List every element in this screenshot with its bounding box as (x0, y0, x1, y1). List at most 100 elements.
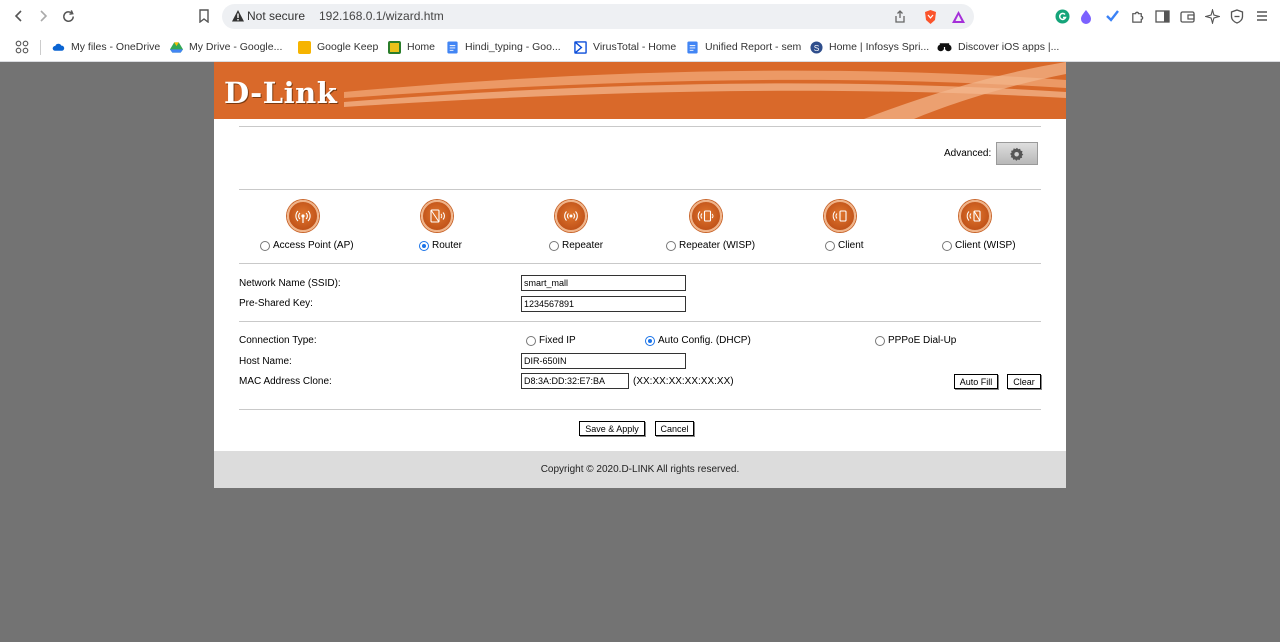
mode-client[interactable]: Client (825, 240, 864, 251)
divider (239, 409, 1041, 410)
bookmarks-bar: My files - OneDrive My Drive - Google...… (0, 33, 1280, 62)
bookmark-hindi-typing[interactable]: Hindi_typing - Goo... (446, 39, 561, 55)
extension-check-icon[interactable] (1101, 5, 1123, 27)
back-icon[interactable] (8, 5, 30, 27)
bookmark-unified-report[interactable]: Unified Report - sem (686, 39, 801, 55)
bookmark-label: Home | Infosys Spri... (829, 41, 930, 53)
radio-button[interactable] (666, 240, 676, 251)
browser-toolbar: Not secure 192.168.0.1/wizard.htm (0, 0, 1280, 33)
apps-grid-icon[interactable] (11, 36, 33, 58)
mode-router[interactable]: Router (419, 240, 462, 251)
radio-button[interactable] (875, 335, 885, 346)
client-wisp-mode-icon[interactable] (959, 200, 991, 232)
wallet-icon[interactable] (1176, 5, 1198, 27)
radio-button[interactable] (526, 335, 536, 346)
url-text: 192.168.0.1/wizard.htm (319, 9, 444, 23)
psk-label: Pre-Shared Key: (239, 298, 313, 309)
connection-pppoe[interactable]: PPPoE Dial-Up (875, 335, 956, 346)
reload-icon[interactable] (57, 5, 79, 27)
mode-access-point[interactable]: Access Point (AP) (260, 240, 354, 251)
divider (239, 321, 1041, 322)
mode-label: Client (WISP) (955, 240, 1016, 251)
divider (239, 189, 1041, 190)
google-docs-icon (687, 40, 698, 54)
cancel-button[interactable]: Cancel (655, 421, 694, 436)
mode-label: Access Point (AP) (273, 240, 354, 251)
host-name-label: Host Name: (239, 356, 292, 367)
mode-label: Repeater (562, 240, 604, 251)
advanced-settings-button[interactable] (996, 142, 1038, 165)
sidebar-icon[interactable] (1151, 5, 1173, 27)
bookmark-discover-ios[interactable]: Discover iOS apps |... (937, 39, 1059, 55)
bookmark-label: Discover iOS apps |... (958, 41, 1060, 53)
mac-format-hint: (XX:XX:XX:XX:XX:XX) (633, 376, 734, 387)
router-mode-icon[interactable] (421, 200, 453, 232)
psk-input[interactable]: 1234567891 (521, 296, 686, 312)
bookmark-google-keep[interactable]: Google Keep (298, 39, 378, 55)
bookmark-icon[interactable] (193, 5, 215, 27)
menu-icon[interactable] (1251, 5, 1273, 27)
connection-type-label: Connection Type: (239, 335, 317, 346)
gear-icon (1010, 147, 1024, 161)
client-mode-icon[interactable] (824, 200, 856, 232)
mode-repeater[interactable]: Repeater (549, 240, 603, 251)
radio-button[interactable] (825, 240, 835, 251)
save-apply-button[interactable]: Save & Apply (579, 421, 645, 436)
address-bar[interactable]: Not secure 192.168.0.1/wizard.htm (222, 4, 974, 29)
mode-client-wisp[interactable]: Client (WISP) (942, 240, 1016, 251)
connection-option-label: Fixed IP (539, 335, 576, 346)
leo-ai-icon[interactable] (1201, 5, 1223, 27)
copyright-text: Copyright © 2020.D-LINK All rights reser… (540, 464, 740, 475)
clear-button[interactable]: Clear (1007, 374, 1041, 389)
brave-shield-icon[interactable] (921, 8, 939, 26)
access-point-mode-icon[interactable] (287, 200, 319, 232)
connection-dhcp[interactable]: Auto Config. (DHCP) (645, 335, 751, 346)
security-status: Not secure (247, 9, 306, 23)
brave-rewards-icon[interactable] (949, 8, 967, 26)
mode-label: Router (432, 240, 463, 251)
svg-text:S: S (814, 42, 820, 52)
mode-repeater-wisp[interactable]: Repeater (WISP) (666, 240, 755, 251)
bookmark-infosys[interactable]: S Home | Infosys Spri... (810, 39, 929, 55)
google-keep-icon (298, 40, 311, 54)
warning-icon (232, 10, 244, 22)
vpn-shield-icon[interactable] (1226, 5, 1248, 27)
ssid-input[interactable]: smart_mall (521, 275, 686, 291)
radio-button[interactable] (260, 240, 270, 251)
share-icon[interactable] (891, 8, 909, 26)
bookmark-label: VirusTotal - Home (593, 41, 677, 53)
repeater-mode-icon[interactable] (555, 200, 587, 232)
banner-swoosh-graphic (344, 62, 1066, 119)
bookmark-label: Home (407, 41, 436, 53)
mode-label: Client (838, 240, 864, 251)
radio-button[interactable] (549, 240, 559, 251)
bookmark-virustotal[interactable]: VirusTotal - Home (574, 39, 676, 55)
mac-clone-label: MAC Address Clone: (239, 376, 332, 387)
page-footer: Copyright © 2020.D-LINK All rights reser… (214, 451, 1066, 488)
connection-fixed-ip[interactable]: Fixed IP (526, 335, 576, 346)
advanced-label: Advanced: (944, 148, 992, 159)
host-name-input[interactable]: DIR-650IN (521, 353, 686, 369)
divider (239, 126, 1041, 127)
discover-apps-icon (937, 43, 952, 52)
grammarly-icon[interactable] (1051, 5, 1073, 27)
ssid-label: Network Name (SSID): (239, 278, 341, 289)
auto-fill-button[interactable]: Auto Fill (954, 374, 998, 389)
connection-option-label: PPPoE Dial-Up (888, 335, 957, 346)
extensions-puzzle-icon[interactable] (1126, 5, 1148, 27)
radio-button[interactable] (942, 240, 952, 251)
bookmark-google-drive[interactable]: My Drive - Google... (170, 39, 282, 55)
repeater-wisp-mode-icon[interactable] (690, 200, 722, 232)
onedrive-cloud-icon (52, 43, 65, 51)
home-site-icon (388, 40, 401, 54)
google-docs-icon (447, 40, 458, 54)
radio-button-selected[interactable] (645, 335, 655, 346)
dlink-banner: D-Link (214, 62, 1066, 119)
mac-address-input[interactable]: D8:3A:DD:32:E7:BA (521, 373, 629, 389)
bookmark-onedrive[interactable]: My files - OneDrive (52, 39, 160, 55)
forward-icon[interactable] (32, 5, 54, 27)
bookmark-home[interactable]: Home (388, 39, 435, 55)
bookmarks-divider (40, 40, 41, 55)
extension-drop-icon[interactable] (1075, 5, 1097, 27)
radio-button-selected[interactable] (419, 240, 429, 251)
